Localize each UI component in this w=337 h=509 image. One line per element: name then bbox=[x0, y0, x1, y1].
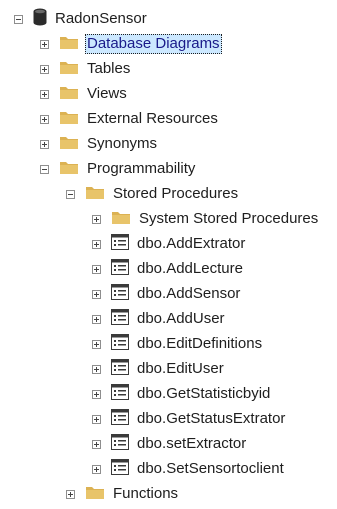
tree-node-stored-procedure[interactable]: dbo.AddLecture bbox=[92, 258, 245, 280]
tree-node-functions[interactable]: Functions bbox=[66, 483, 180, 505]
stored-procedure-icon bbox=[111, 434, 129, 454]
tree-node-stored-procedures[interactable]: Stored Procedures bbox=[66, 183, 240, 205]
tree-node-label: RadonSensor bbox=[55, 10, 147, 27]
tree-node-stored-procedure[interactable]: dbo.GetStatisticbyid bbox=[92, 383, 272, 405]
expand-toggle[interactable] bbox=[40, 64, 49, 74]
database-icon bbox=[33, 8, 47, 30]
stored-procedure-icon bbox=[111, 384, 129, 404]
folder-icon bbox=[59, 35, 79, 54]
tree-node-radonsensor[interactable]: RadonSensor bbox=[14, 8, 149, 30]
collapse-toggle[interactable] bbox=[14, 14, 23, 24]
folder-icon bbox=[59, 135, 79, 154]
tree-node-label: External Resources bbox=[87, 110, 218, 127]
tree-node-label: System Stored Procedures bbox=[139, 210, 319, 227]
tree-node-stored-procedure[interactable]: dbo.AddUser bbox=[92, 308, 227, 330]
stored-procedure-icon bbox=[111, 309, 129, 329]
tree-node-programmability[interactable]: Programmability bbox=[40, 158, 197, 180]
tree-node-tables[interactable]: Tables bbox=[40, 58, 132, 80]
object-explorer-tree: RadonSensor Database Diagrams Tables Vie… bbox=[0, 0, 337, 509]
expand-toggle[interactable] bbox=[92, 264, 101, 274]
stored-procedure-icon bbox=[111, 459, 129, 479]
expand-toggle[interactable] bbox=[92, 464, 101, 474]
tree-node-label: Views bbox=[87, 85, 127, 102]
expand-toggle[interactable] bbox=[92, 314, 101, 324]
expand-toggle[interactable] bbox=[66, 489, 75, 499]
stored-procedure-icon bbox=[111, 359, 129, 379]
tree-node-label: dbo.GetStatusExtrator bbox=[137, 410, 286, 427]
tree-node-label: dbo.AddLecture bbox=[137, 260, 243, 277]
folder-icon bbox=[85, 485, 105, 504]
stored-procedure-icon bbox=[111, 334, 129, 354]
tree-node-label: dbo.EditUser bbox=[137, 360, 224, 377]
expand-toggle[interactable] bbox=[92, 389, 101, 399]
expand-toggle[interactable] bbox=[92, 364, 101, 374]
tree-node-label: dbo.GetStatisticbyid bbox=[137, 385, 271, 402]
tree-node-label: dbo.AddExtrator bbox=[137, 235, 246, 252]
expand-toggle[interactable] bbox=[40, 114, 49, 124]
tree-node-label: Synonyms bbox=[87, 135, 158, 152]
tree-node-label: Database Diagrams bbox=[85, 34, 222, 54]
expand-toggle[interactable] bbox=[92, 414, 101, 424]
tree-node-label: dbo.EditDefinitions bbox=[137, 335, 263, 352]
tree-node-stored-procedure[interactable]: dbo.EditUser bbox=[92, 358, 226, 380]
tree-node-external-resources[interactable]: External Resources bbox=[40, 108, 220, 130]
expand-toggle[interactable] bbox=[92, 239, 101, 249]
expand-toggle[interactable] bbox=[40, 139, 49, 149]
expand-toggle[interactable] bbox=[92, 439, 101, 449]
collapse-toggle[interactable] bbox=[40, 164, 49, 174]
tree-node-stored-procedure[interactable]: dbo.setExtractor bbox=[92, 433, 248, 455]
tree-node-label: dbo.AddUser bbox=[137, 310, 225, 327]
tree-node-stored-procedure[interactable]: dbo.GetStatusExtrator bbox=[92, 408, 287, 430]
tree-node-label: dbo.AddSensor bbox=[137, 285, 241, 302]
expand-toggle[interactable] bbox=[92, 339, 101, 349]
folder-icon bbox=[59, 160, 79, 179]
tree-node-label: Tables bbox=[87, 60, 131, 77]
tree-node-views[interactable]: Views bbox=[40, 83, 129, 105]
tree-node-stored-procedure[interactable]: dbo.SetSensortoclient bbox=[92, 458, 286, 480]
expand-toggle[interactable] bbox=[40, 39, 49, 49]
tree-node-stored-procedure[interactable]: dbo.AddSensor bbox=[92, 283, 242, 305]
stored-procedure-icon bbox=[111, 259, 129, 279]
tree-node-database-diagrams[interactable]: Database Diagrams bbox=[40, 33, 222, 55]
tree-node-synonyms[interactable]: Synonyms bbox=[40, 133, 159, 155]
tree-node-stored-procedure[interactable]: dbo.EditDefinitions bbox=[92, 333, 264, 355]
tree-node-stored-procedure[interactable]: dbo.AddExtrator bbox=[92, 233, 247, 255]
tree-node-label: Programmability bbox=[87, 160, 196, 177]
tree-node-label: Functions bbox=[113, 485, 179, 502]
tree-node-label: dbo.setExtractor bbox=[137, 435, 247, 452]
expand-toggle[interactable] bbox=[92, 289, 101, 299]
stored-procedure-icon bbox=[111, 234, 129, 254]
tree-node-label: dbo.SetSensortoclient bbox=[137, 460, 284, 477]
expand-toggle[interactable] bbox=[92, 214, 101, 224]
folder-icon bbox=[59, 85, 79, 104]
collapse-toggle[interactable] bbox=[66, 189, 75, 199]
tree-node-system-stored-procedures[interactable]: System Stored Procedures bbox=[92, 208, 320, 230]
tree-node-label: Stored Procedures bbox=[113, 185, 239, 202]
folder-icon bbox=[111, 210, 131, 229]
folder-icon bbox=[59, 60, 79, 79]
stored-procedure-icon bbox=[111, 409, 129, 429]
folder-icon bbox=[85, 185, 105, 204]
folder-icon bbox=[59, 110, 79, 129]
stored-procedure-icon bbox=[111, 284, 129, 304]
expand-toggle[interactable] bbox=[40, 89, 49, 99]
